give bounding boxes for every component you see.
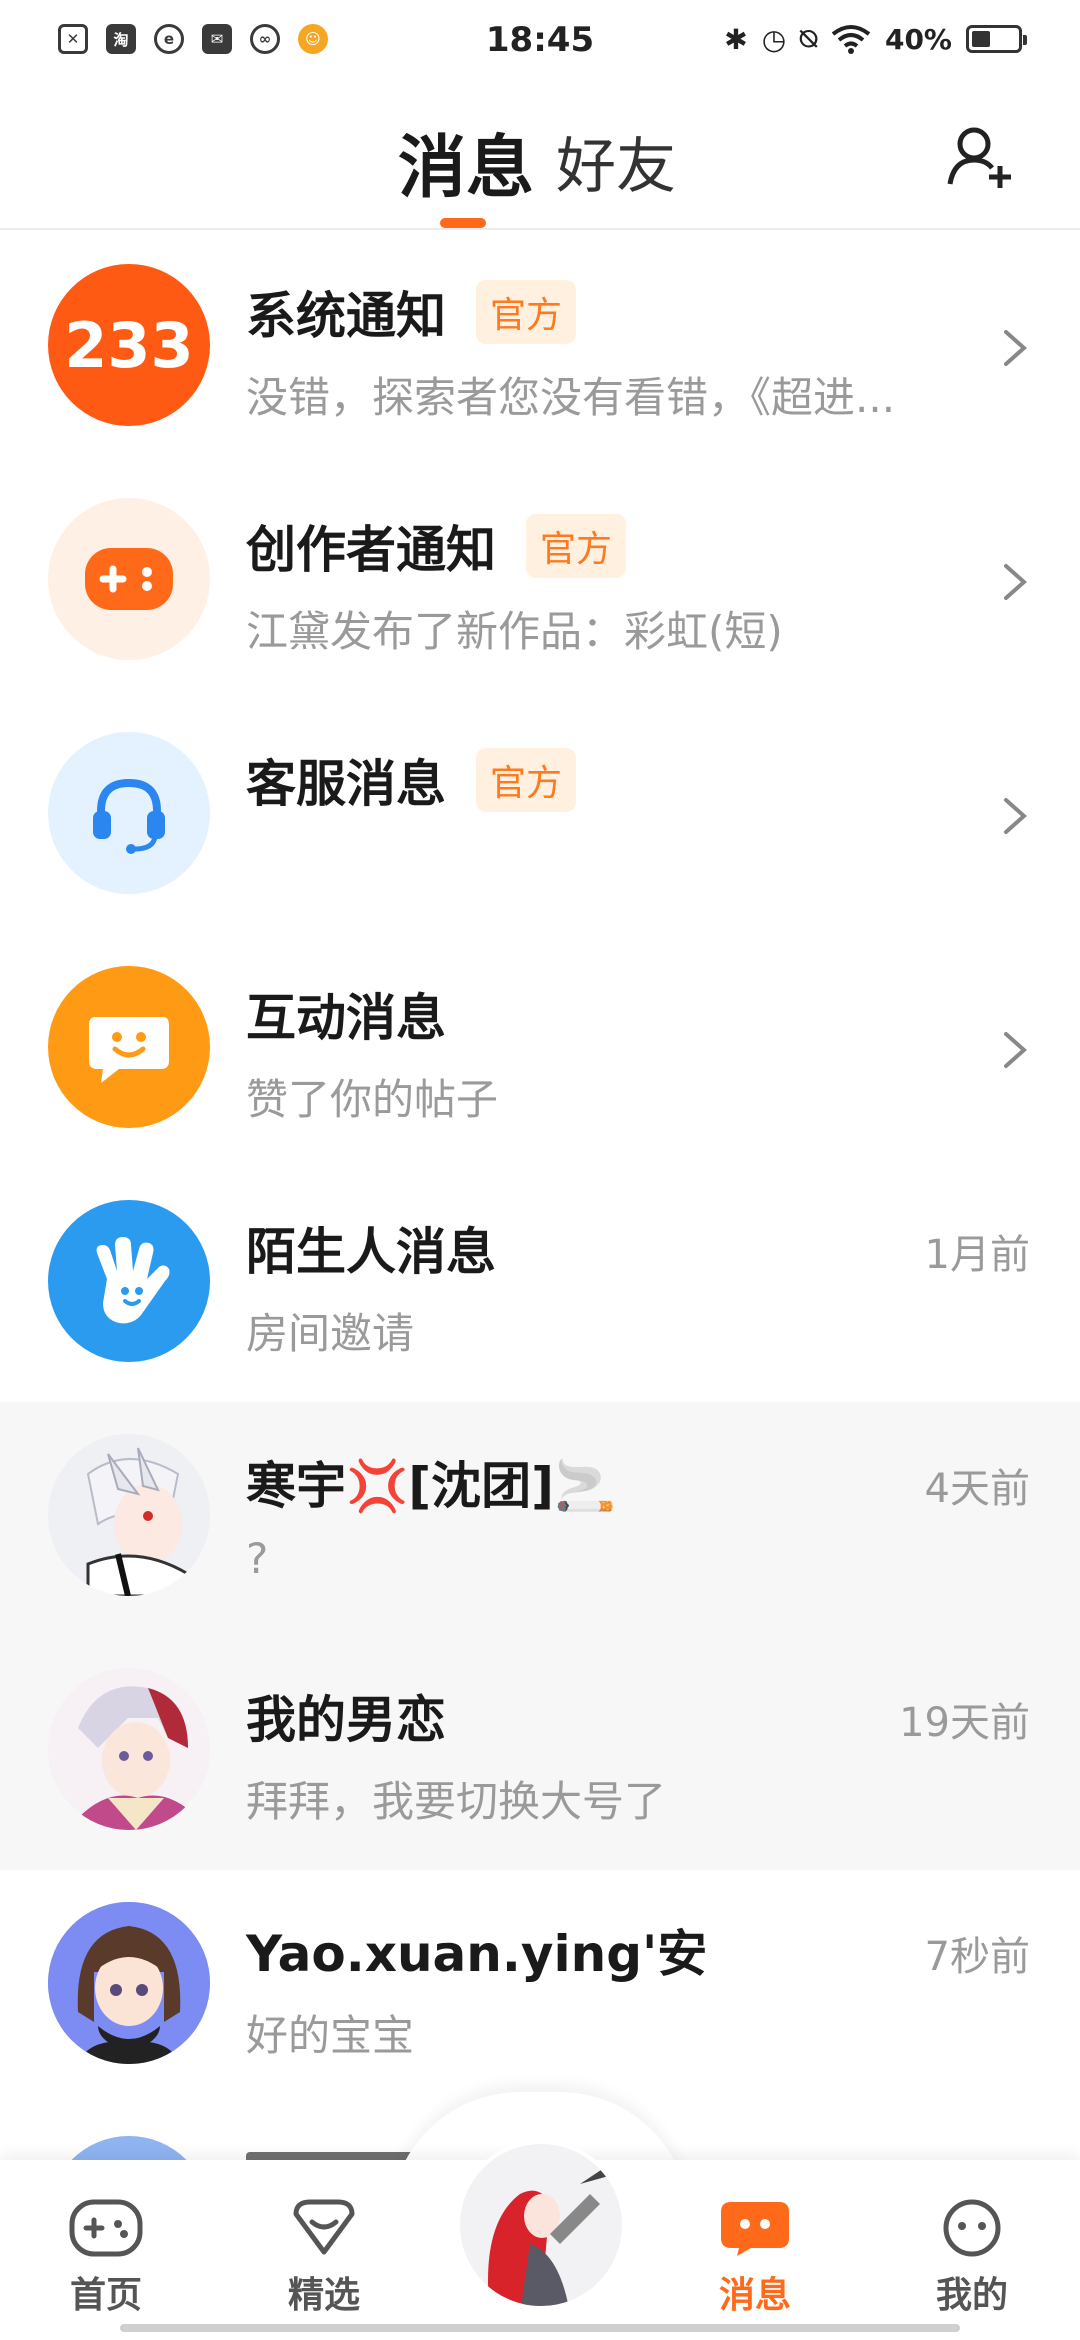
anime-character-avatar-icon: [48, 1902, 210, 2064]
interactions-avatar: [48, 966, 210, 1128]
list-item-strangers[interactable]: 陌生人消息 房间邀请 1月前: [0, 1168, 1080, 1402]
user-avatar: [48, 1668, 210, 1830]
conversation-preview: 拜拜，我要切换大号了: [246, 1777, 667, 1826]
conversation-name: 创作者通知: [246, 521, 496, 579]
battery-text: 40%: [884, 22, 952, 56]
anime-character-avatar-icon: [48, 1434, 210, 1596]
header: 消息 好友: [0, 84, 1080, 230]
conversation-preview: 房间邀请: [246, 1309, 415, 1358]
list-item-conversation[interactable]: Yao.xuan.ying'安 好的宝宝 7秒前: [0, 1870, 1080, 2104]
user-avatar: [48, 1902, 210, 2064]
conversation-time: 7秒前: [924, 1934, 1030, 1980]
message-bubble-icon: [721, 2202, 789, 2256]
alarm-icon: ◷: [761, 22, 787, 56]
avatar-233-logo: 233: [64, 308, 194, 382]
bluetooth-icon: ✱: [724, 22, 748, 56]
chevron-right-icon: [1004, 330, 1028, 366]
strangers-avatar: [48, 1200, 210, 1362]
conversation-name: 寒宇💢[沈团]🚬: [246, 1457, 617, 1515]
nav-featured-label: 精选: [287, 2275, 360, 2316]
chevron-right-icon: [1004, 798, 1028, 834]
status-bar: ✕ 淘 e ✉ ∞ ☺ 18:45 ✱ ◷ ⍉ 40%: [0, 0, 1080, 84]
chat-bubble-smile-icon: [89, 1017, 169, 1083]
gamepad-icon: [85, 548, 173, 610]
conversation-time: 4天前: [924, 1466, 1030, 1512]
list-item-conversation[interactable]: 我的男恋 拜拜，我要切换大号了 19天前: [0, 1636, 1080, 1870]
face-icon: [943, 2199, 1001, 2257]
center-avatar-button[interactable]: [456, 2140, 626, 2310]
nav-mine-label: 我的: [935, 2275, 1008, 2316]
list-item-system-notice[interactable]: 233 系统通知 官方 没错，探索者您没有看错，《超进...: [0, 232, 1080, 466]
conversation-name: 互动消息: [246, 989, 446, 1047]
system-notice-avatar: 233: [48, 264, 210, 426]
wifi-icon: [831, 25, 871, 54]
heart-diamond-icon: [293, 2199, 355, 2255]
customer-service-avatar: [48, 732, 210, 894]
official-badge: 官方: [476, 748, 577, 812]
list-item-creator-notice[interactable]: 创作者通知 官方 江黛发布了新作品：彩虹(短): [0, 466, 1080, 700]
conversation-name: 我的男恋: [246, 1691, 446, 1749]
headset-icon: [93, 778, 165, 854]
message-list: 233 系统通知 官方 没错，探索者您没有看错，《超进... 创作者通知 官方 …: [0, 232, 1080, 2104]
nav-featured[interactable]: 精选: [264, 2198, 384, 2318]
battery-icon: [966, 25, 1027, 53]
status-right-icons: ✱ ◷ ⍉ 40%: [724, 22, 1027, 56]
hand-wave-icon: [96, 1237, 170, 1324]
chevron-right-icon: [1004, 1032, 1028, 1068]
tab-messages[interactable]: 消息: [398, 112, 534, 211]
list-item-conversation[interactable]: 寒宇💢[沈团]🚬 ? 4天前: [0, 1402, 1080, 1636]
nav-mine[interactable]: 我的: [912, 2198, 1032, 2318]
conversation-name: 陌生人消息: [246, 1223, 496, 1281]
conversation-preview: 赞了你的帖子: [246, 1075, 499, 1124]
add-friend-icon[interactable]: [946, 122, 1016, 192]
official-badge: 官方: [526, 514, 627, 578]
list-item-interactions[interactable]: 互动消息 赞了你的帖子: [0, 934, 1080, 1168]
nav-messages-label: 消息: [718, 2275, 791, 2316]
tab-friends[interactable]: 好友: [556, 118, 676, 205]
creator-notice-avatar: [48, 498, 210, 660]
mute-icon: ⍉: [800, 22, 817, 55]
conversation-preview: 好的宝宝: [246, 2011, 415, 2060]
conversation-name: 客服消息: [246, 755, 446, 813]
conversation-name: 系统通知: [246, 287, 446, 345]
nav-home[interactable]: 首页: [46, 2198, 166, 2318]
conversation-preview: 没错，探索者您没有看错，《超进...: [246, 373, 896, 422]
list-item-customer-service[interactable]: 客服消息 官方: [0, 700, 1080, 934]
conversation-preview: 江黛发布了新作品：彩虹(短): [246, 607, 783, 656]
conversation-time: 1月前: [924, 1232, 1030, 1278]
anime-character-avatar-icon: [48, 1668, 210, 1830]
user-avatar: [48, 1434, 210, 1596]
conversation-name: Yao.xuan.ying'安: [246, 1925, 708, 1983]
nav-home-label: 首页: [69, 2275, 142, 2316]
gamepad-nav-icon: [69, 2199, 143, 2257]
home-indicator: [120, 2324, 960, 2332]
chevron-right-icon: [1004, 564, 1028, 600]
conversation-preview: ?: [246, 1534, 269, 1583]
active-tab-indicator: [440, 218, 486, 228]
official-badge: 官方: [476, 280, 577, 344]
user-avatar: [48, 2136, 210, 2162]
conversation-time: 19天前: [899, 1700, 1030, 1746]
nav-messages[interactable]: 消息: [695, 2198, 815, 2318]
anime-character-avatar-icon: [460, 2144, 622, 2306]
